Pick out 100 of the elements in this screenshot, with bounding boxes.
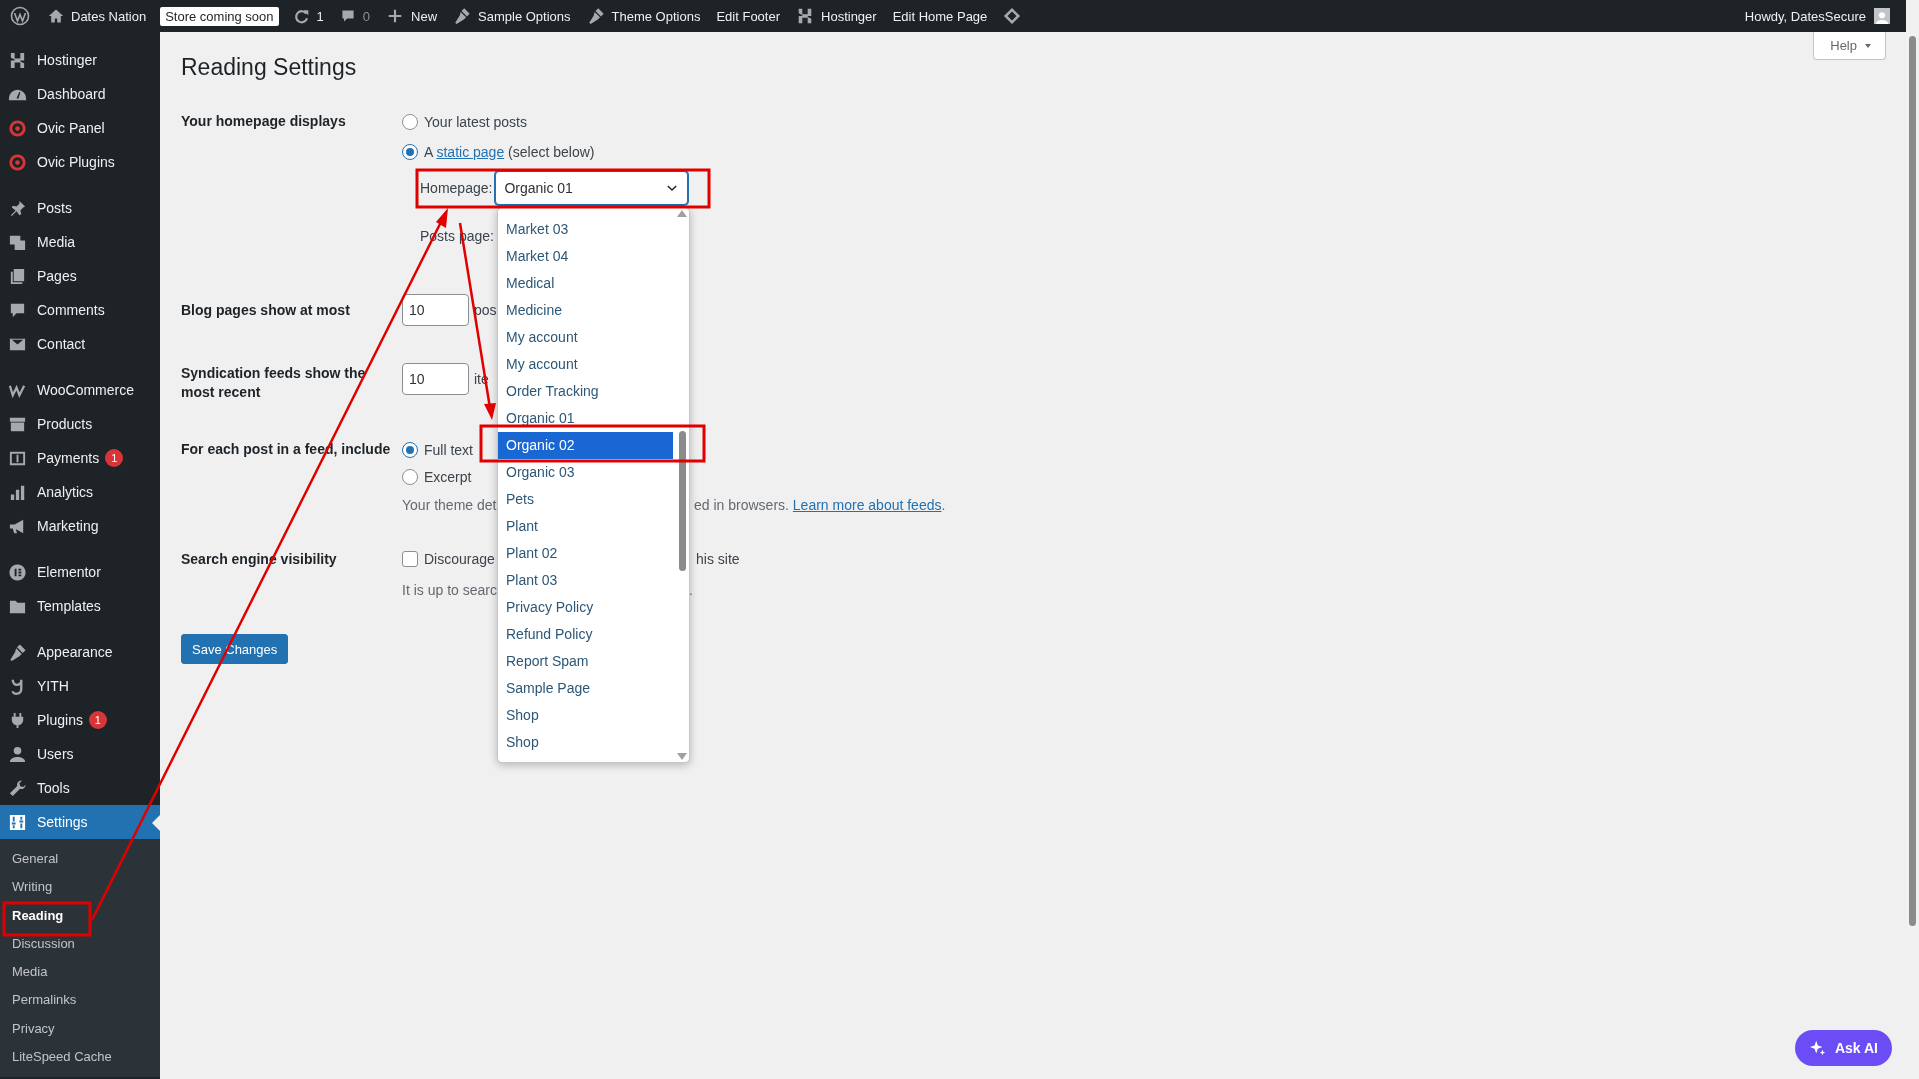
target-icon [8,118,27,138]
sidebar-label: Comments [37,302,105,318]
sidebar-label: Products [37,416,93,432]
sidebar-label: Plugins [37,712,83,728]
sliders-icon [8,812,27,832]
radio-button[interactable] [402,469,418,485]
dropdown-option[interactable]: Report Spam [498,648,673,675]
submenu-item[interactable]: General [0,845,160,874]
sidebar-label: Marketing [37,518,99,534]
toolbar-link[interactable]: Sample Options [445,0,579,32]
sidebar-label: Contact [37,336,86,352]
toolbar-link[interactable]: Edit Footer [708,0,788,32]
dropdown-option[interactable]: Order Tracking [498,378,673,405]
sidebar-label: Hostinger [37,52,97,68]
submenu-item[interactable]: Media [0,958,160,987]
dropdown-option[interactable]: My account [498,351,673,378]
updates-link[interactable]: 1 [284,0,332,32]
sidebar-item[interactable]: Hostinger [0,43,160,77]
homepage-select[interactable]: Organic 01 [495,171,689,205]
account-link[interactable]: Howdy, DatesSecure [1736,0,1898,32]
sidebar-item[interactable]: Appearance [0,635,160,669]
sidebar-item[interactable]: Elementor [0,555,160,589]
sidebar-item[interactable]: Users [0,737,160,771]
sidebar-item[interactable]: Ovic Panel [0,111,160,145]
sidebar-item[interactable]: Marketing [0,509,160,543]
sidebar-item[interactable]: Analytics [0,475,160,509]
sidebar-label: YITH [37,678,69,694]
dropdown-option[interactable]: My account [498,324,673,351]
person-icon [8,744,27,764]
save-button[interactable]: Save Changes [181,634,289,664]
dropdown-option[interactable]: Privacy Policy [498,594,673,621]
sidebar-item[interactable]: Payments 1 [0,441,160,475]
help-button[interactable]: Help [1813,32,1886,60]
site-name-link[interactable]: Dates Nation [40,0,155,32]
comments-link[interactable]: 0 [331,0,379,32]
sidebar-item[interactable]: Products [0,407,160,441]
sidebar-item[interactable]: Media [0,225,160,259]
option-label: Your latest posts [424,114,527,130]
dropdown-option[interactable]: Organic 02 [498,432,673,459]
checkbox-label: Discourage [424,551,495,567]
toolbar-link[interactable]: New [378,0,446,32]
checkbox[interactable] [402,551,418,567]
down-arrow-icon[interactable] [677,753,687,760]
submenu-item[interactable]: Writing [0,873,160,902]
checkbox-label: his site [696,551,740,567]
sidebar-item[interactable]: Posts [0,191,160,225]
dropdown-option[interactable]: Shop [498,702,673,729]
setting-label: Your homepage displays [181,112,347,131]
submenu-item[interactable]: Reading [0,901,160,930]
dropdown-option[interactable]: Sample Page [498,675,673,702]
description-text: Your theme det [402,497,497,513]
dropdown-option[interactable]: Plant 03 [498,567,673,594]
description-text: ed in browsers. Learn more about feeds. [694,497,946,513]
ask-ai-button[interactable]: Ask AI [1794,1030,1892,1066]
brush-icon [8,642,27,662]
sidebar-item[interactable]: Settings [0,805,160,839]
dropdown-option[interactable]: Market 03 [498,216,673,243]
sidebar-item[interactable]: Pages [0,259,160,293]
sidebar-item[interactable]: Ovic Plugins [0,145,160,179]
list-scrollbar[interactable] [677,210,687,760]
static-page-link[interactable]: static page [436,144,505,160]
submenu-item[interactable]: Discussion [0,929,160,959]
sidebar-item[interactable]: YITH [0,669,160,703]
dropdown-option[interactable]: Plant 02 [498,540,673,567]
option-label: Full text [424,442,473,458]
dropdown-option[interactable]: Medical [498,270,673,297]
dropdown-option[interactable]: Organic 01 [498,405,673,432]
up-arrow-icon[interactable] [677,210,687,217]
dropdown-option[interactable]: Organic 03 [498,459,673,486]
sidebar-item[interactable]: Plugins 1 [0,703,160,737]
dropdown-option[interactable]: Refund Policy [498,621,673,648]
dropdown-option[interactable]: Pets [498,486,673,513]
dropdown-option[interactable]: Medicine [498,297,673,324]
submenu-item[interactable]: LiteSpeed Cache [0,1043,160,1072]
number-input[interactable]: 10 [402,294,469,326]
toolbar-link[interactable]: Hostinger [788,0,885,32]
dropdown-option[interactable]: Market 04 [498,243,673,270]
scroll-thumb[interactable] [679,431,686,571]
toolbar-link[interactable]: Theme Options [578,0,709,32]
sidebar-item[interactable]: Comments [0,293,160,327]
sidebar-item[interactable]: Dashboard [0,77,160,111]
number-input[interactable]: 10 [402,363,469,395]
radio-button[interactable] [402,114,418,130]
toolbar-link[interactable]: Edit Home Page [884,0,996,32]
blocks-logo-icon [8,50,27,70]
radio-button[interactable] [402,144,418,160]
sidebar-item[interactable]: Templates [0,589,160,623]
dropdown-option[interactable]: Shop [498,729,673,756]
sidebar-item[interactable]: Contact [0,327,160,361]
sidebar-item[interactable]: Tools [0,771,160,805]
submenu-item[interactable]: Permalinks [0,986,160,1015]
sidebar-label: Templates [37,598,101,614]
dropdown-option[interactable]: Plant [498,513,673,540]
submenu-item[interactable]: Privacy [0,1014,160,1044]
status-badge: Store coming soon [160,6,279,26]
brush-icon [586,7,605,25]
radio-button[interactable] [402,442,418,458]
diamond-icon [1003,7,1022,25]
refresh-icon [292,7,310,25]
sidebar-item[interactable]: WooCommerce [0,373,160,407]
